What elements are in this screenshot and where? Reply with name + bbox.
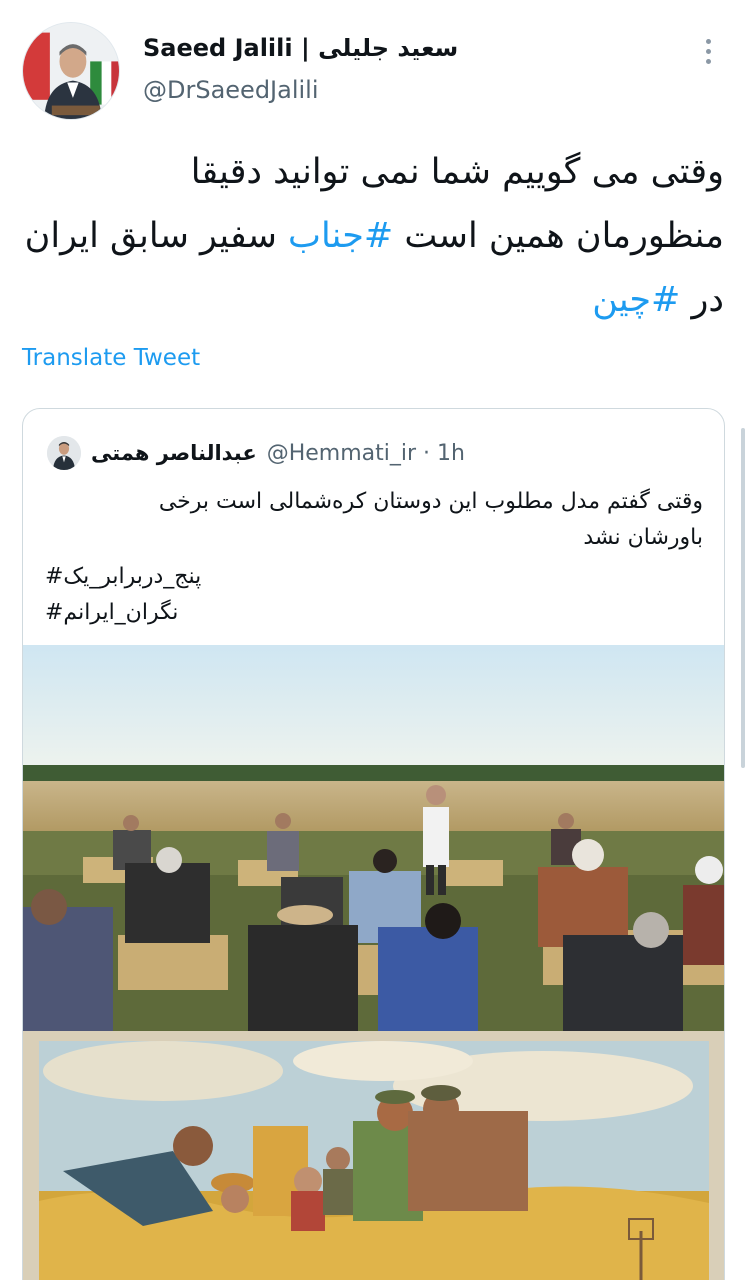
quoted-tweet-header: عبدالناصر همتی @Hemmati_ir · 1h — [47, 433, 465, 473]
quoted-author-handle-time: @Hemmati_ir · 1h — [266, 440, 465, 466]
quoted-author-avatar — [47, 436, 81, 470]
quoted-author-name: عبدالناصر همتی — [91, 441, 257, 465]
translate-tweet-link[interactable]: Translate Tweet — [22, 345, 200, 371]
author-handle[interactable]: @DrSaeedJalili — [143, 76, 458, 104]
tweet-text-fragment: منظورمان همین است — [393, 216, 724, 256]
field-meeting-photo[interactable] — [23, 645, 724, 1031]
tweet-header: Saeed Jalili | سعید جلیلی @DrSaeedJalili — [22, 22, 722, 122]
tweet-text-line: وقتی می گوییم شما نمی توانید دقیقا — [190, 152, 724, 192]
scrollbar[interactable] — [741, 428, 745, 768]
propaganda-poster-image[interactable] — [23, 1031, 724, 1280]
hashtag-link[interactable]: #جناب — [288, 216, 393, 256]
hashtag-link[interactable]: #چین — [592, 280, 680, 320]
author-avatar[interactable] — [22, 22, 120, 120]
more-vertical-icon[interactable] — [696, 36, 720, 66]
tweet-text-fragment: سفیر سابق ایران — [24, 216, 289, 256]
quoted-hashtags: پنج_دربرابر_یک# نگران_ایرانم# — [45, 559, 703, 631]
tweet-text-fragment: در — [680, 280, 725, 320]
author-display-name[interactable]: Saeed Jalili | سعید جلیلی — [143, 34, 458, 62]
quoted-text-line: وقتی گفتم مدل مطلوب این دوستان کره‌شمالی… — [158, 489, 703, 514]
quoted-tweet-text: وقتی گفتم مدل مطلوب این دوستان کره‌شمالی… — [45, 484, 703, 556]
tweet-text-line: منظورمان همین است #جناب سفیر سابق ایران — [22, 204, 724, 268]
quoted-text-line: باورشان نشد — [583, 525, 703, 550]
tweet-text: وقتی می گوییم شما نمی توانید دقیقا منظور… — [22, 140, 724, 332]
quoted-hashtag[interactable]: پنج_دربرابر_یک# — [45, 559, 703, 595]
tweet-text-line: در #چین — [22, 268, 724, 332]
quoted-tweet-card[interactable]: عبدالناصر همتی @Hemmati_ir · 1h وقتی گفت… — [22, 408, 725, 1280]
quoted-hashtag[interactable]: نگران_ایرانم# — [45, 595, 703, 631]
